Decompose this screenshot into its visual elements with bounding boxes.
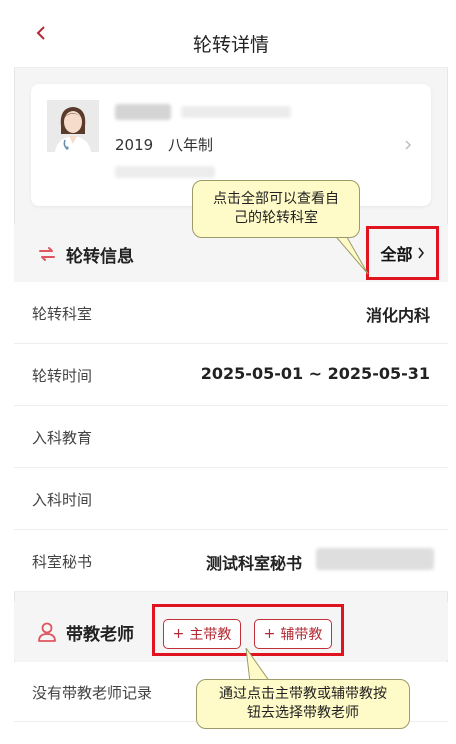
row-entry-time: 入科时间 [14,468,448,530]
view-all-button[interactable]: 全部 [366,226,439,280]
row-value: 测试科室秘书 [205,554,302,573]
row-value: 消化内科 [365,306,430,325]
program-line: 2019 八年制 [115,134,213,155]
row-rotation-department: 轮转科室 消化内科 [14,282,448,344]
chevron-right-icon [405,140,411,150]
row-rotation-time: 轮转时间 2025-05-01 ~ 2025-05-31 [14,344,448,406]
row-label: 轮转科室 [32,305,93,323]
page-title: 轮转详情 [192,34,269,56]
all-hint-text: 点击全部可以查看自己的轮转科室 [213,191,339,226]
row-label: 轮转时间 [32,367,93,385]
chevron-right-icon [417,247,424,259]
info-redacted [181,106,291,118]
id-redacted [115,166,215,178]
top-bar: 轮转详情 [14,0,448,68]
row-label: 科室秘书 [32,553,93,571]
person-icon [38,622,56,642]
teacher-hint-callout: 通过点击主带教或辅带教按钮去选择带教老师 [196,679,410,729]
grade-year: 2019 [115,136,154,154]
doctor-avatar-icon [47,100,99,152]
row-value: 2025-05-01 ~ 2025-05-31 [200,364,430,383]
plus-icon: + [263,626,276,642]
assist-teacher-label: 辅带教 [280,627,323,643]
view-all-label: 全部 [380,245,413,264]
name-redacted [115,104,171,120]
assist-teacher-button[interactable]: + 辅带教 [254,619,332,649]
rotation-info-title: 轮转信息 [66,247,134,267]
program-type: 八年制 [167,136,213,154]
row-label: 入科教育 [32,429,93,447]
all-hint-callout: 点击全部可以查看自己的轮转科室 [192,180,360,238]
row-department-secretary: 科室秘书 测试科室秘书 [14,530,448,592]
teacher-title: 带教老师 [66,625,134,645]
empty-text: 没有带教老师记录 [32,684,153,702]
phone-redacted [316,548,434,570]
callout-tail [331,232,369,275]
main-teacher-label: 主带教 [189,627,232,643]
rotation-swap-icon [39,247,55,261]
row-entry-education: 入科教育 [14,406,448,468]
plus-icon: + [172,626,185,642]
teacher-hint-text: 通过点击主带教或辅带教按钮去选择带教老师 [219,686,387,721]
row-label: 入科时间 [32,491,93,509]
main-teacher-button[interactable]: + 主带教 [163,619,241,649]
avatar [47,100,99,152]
